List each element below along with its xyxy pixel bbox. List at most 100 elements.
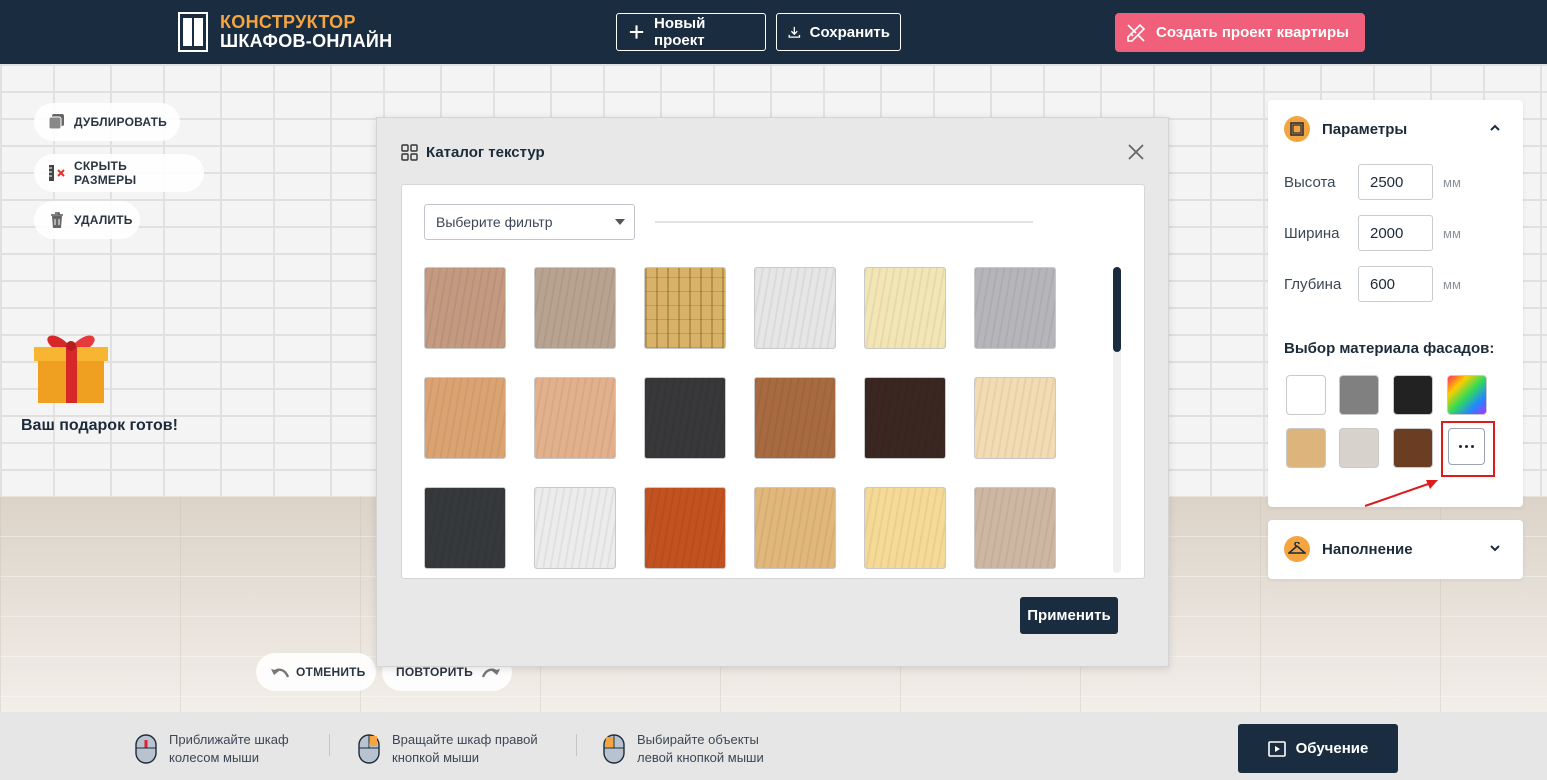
hint-rotate-line2: кнопкой мыши xyxy=(392,750,480,765)
mouse-right-click-icon xyxy=(358,734,380,764)
texture-tile[interactable] xyxy=(424,487,506,569)
texture-tile[interactable] xyxy=(534,267,616,349)
create-apartment-project-button[interactable]: Создать проект квартиры xyxy=(1115,13,1365,52)
facade-swatch[interactable] xyxy=(1286,375,1326,415)
logo-title-line1: КОНСТРУКТОР xyxy=(220,12,356,32)
hanger-icon xyxy=(1284,536,1310,562)
filling-title: Наполнение xyxy=(1322,540,1413,558)
texture-tile[interactable] xyxy=(974,487,1056,569)
redo-label: ПОВТОРИТЬ xyxy=(396,665,473,679)
parameters-header[interactable]: Параметры xyxy=(1284,116,1407,142)
texture-tile[interactable] xyxy=(754,267,836,349)
facade-swatch[interactable] xyxy=(1339,428,1379,468)
apply-button[interactable]: Применить xyxy=(1020,597,1118,634)
new-project-button[interactable]: Новый проект xyxy=(616,13,766,51)
filter-select[interactable]: Выберите фильтр xyxy=(424,204,635,240)
plus-icon xyxy=(629,25,644,39)
trash-icon xyxy=(48,211,66,229)
delete-label: УДАЛИТЬ xyxy=(74,213,133,227)
divider xyxy=(329,734,330,756)
hint-select-line2: левой кнопкой мыши xyxy=(637,750,764,765)
undo-icon xyxy=(270,663,290,681)
undo-label: ОТМЕНИТЬ xyxy=(296,665,366,679)
width-unit: мм xyxy=(1443,225,1461,241)
hint-rotate: Вращайте шкаф правой кнопкой мыши xyxy=(358,731,538,767)
texture-grid xyxy=(424,267,1056,569)
height-label: Высота xyxy=(1284,173,1336,191)
texture-tile[interactable] xyxy=(534,377,616,459)
red-arrow xyxy=(1364,480,1438,507)
depth-unit: мм xyxy=(1443,276,1461,292)
width-input[interactable]: 2000 xyxy=(1358,215,1433,251)
delete-button[interactable]: УДАЛИТЬ xyxy=(34,201,140,239)
texture-tile[interactable] xyxy=(424,377,506,459)
logo[interactable]: КОНСТРУКТОР ШКАФОВ-ОНЛАЙН xyxy=(178,12,392,52)
close-icon[interactable] xyxy=(1126,142,1146,162)
grid-icon xyxy=(401,144,418,161)
height-row: Высота 2500 мм xyxy=(1284,164,1461,200)
cabinet-icon xyxy=(1284,116,1310,142)
facade-swatch[interactable] xyxy=(1286,428,1326,468)
parameters-title: Параметры xyxy=(1322,120,1408,138)
facade-material-title: Выбор материала фасадов: xyxy=(1284,340,1495,357)
chevron-down-icon[interactable] xyxy=(1489,542,1501,554)
hide-sizes-button[interactable]: СКРЫТЬ РАЗМЕРЫ xyxy=(34,154,204,192)
texture-tile[interactable] xyxy=(864,487,946,569)
texture-tile[interactable] xyxy=(644,267,726,349)
texture-tile[interactable] xyxy=(754,377,836,459)
texture-tile[interactable] xyxy=(864,267,946,349)
height-input[interactable]: 2500 xyxy=(1358,164,1433,200)
gift-ready-text[interactable]: Ваш подарок готов! xyxy=(21,417,178,435)
texture-tile[interactable] xyxy=(974,377,1056,459)
modal-title-text: Каталог текстур xyxy=(426,144,545,161)
texture-tile[interactable] xyxy=(424,267,506,349)
depth-input[interactable]: 600 xyxy=(1358,266,1433,302)
depth-label: Глубина xyxy=(1284,275,1342,293)
undo-button[interactable]: ОТМЕНИТЬ xyxy=(256,653,376,691)
texture-tile[interactable] xyxy=(644,377,726,459)
mouse-wheel-icon xyxy=(135,734,157,764)
texture-catalog-modal: Каталог текстур Выберите фильтр Применит… xyxy=(376,117,1169,667)
caret-down-icon xyxy=(615,219,625,225)
bottom-bar: Приближайте шкаф колесом мыши Вращайте ш… xyxy=(0,712,1547,780)
facade-swatch[interactable] xyxy=(1393,428,1433,468)
tutorial-button[interactable]: Обучение xyxy=(1238,724,1398,773)
texture-tile[interactable] xyxy=(534,487,616,569)
wardrobe-logo-icon xyxy=(178,12,208,52)
tutorial-label: Обучение xyxy=(1295,740,1369,757)
hint-zoom-line1: Приближайте шкаф xyxy=(169,732,289,747)
texture-tile[interactable] xyxy=(974,267,1056,349)
filling-header[interactable]: Наполнение xyxy=(1284,536,1413,562)
duplicate-button[interactable]: ДУБЛИРОВАТЬ xyxy=(34,103,180,141)
mouse-left-click-icon xyxy=(603,734,625,764)
facade-swatch[interactable] xyxy=(1447,375,1487,415)
depth-row: Глубина 600 мм xyxy=(1284,266,1461,302)
new-project-label: Новый проект xyxy=(654,15,706,49)
texture-tile[interactable] xyxy=(864,377,946,459)
texture-tile[interactable] xyxy=(754,487,836,569)
gift-icon[interactable] xyxy=(28,325,114,405)
app-header: КОНСТРУКТОР ШКАФОВ-ОНЛАЙН Новый проект С… xyxy=(0,0,1547,64)
width-label: Ширина xyxy=(1284,224,1340,242)
chevron-up-icon[interactable] xyxy=(1489,122,1501,134)
hide-sizes-label: СКРЫТЬ РАЗМЕРЫ xyxy=(74,159,137,187)
hint-select: Выбирайте объекты левой кнопкой мыши xyxy=(603,731,764,767)
facade-swatch[interactable] xyxy=(1393,375,1433,415)
highlight-box xyxy=(1441,421,1495,477)
duplicate-icon xyxy=(48,113,66,131)
scrollbar-thumb[interactable] xyxy=(1113,267,1121,352)
texture-panel: Выберите фильтр xyxy=(401,184,1145,579)
duplicate-label: ДУБЛИРОВАТЬ xyxy=(74,115,168,129)
create-apartment-project-label: Создать проект квартиры xyxy=(1156,24,1349,41)
width-row: Ширина 2000 мм xyxy=(1284,215,1461,251)
filling-panel[interactable]: Наполнение xyxy=(1268,520,1523,579)
save-label: Сохранить xyxy=(809,23,890,41)
facade-swatch[interactable] xyxy=(1339,375,1379,415)
height-unit: мм xyxy=(1443,174,1461,190)
logo-title-line2: ШКАФОВ-ОНЛАЙН xyxy=(220,31,393,51)
hint-select-line1: Выбирайте объекты xyxy=(637,732,759,747)
divider xyxy=(576,734,577,756)
texture-tile[interactable] xyxy=(644,487,726,569)
ruler-cross-icon xyxy=(48,164,66,182)
save-button[interactable]: Сохранить xyxy=(776,13,901,51)
